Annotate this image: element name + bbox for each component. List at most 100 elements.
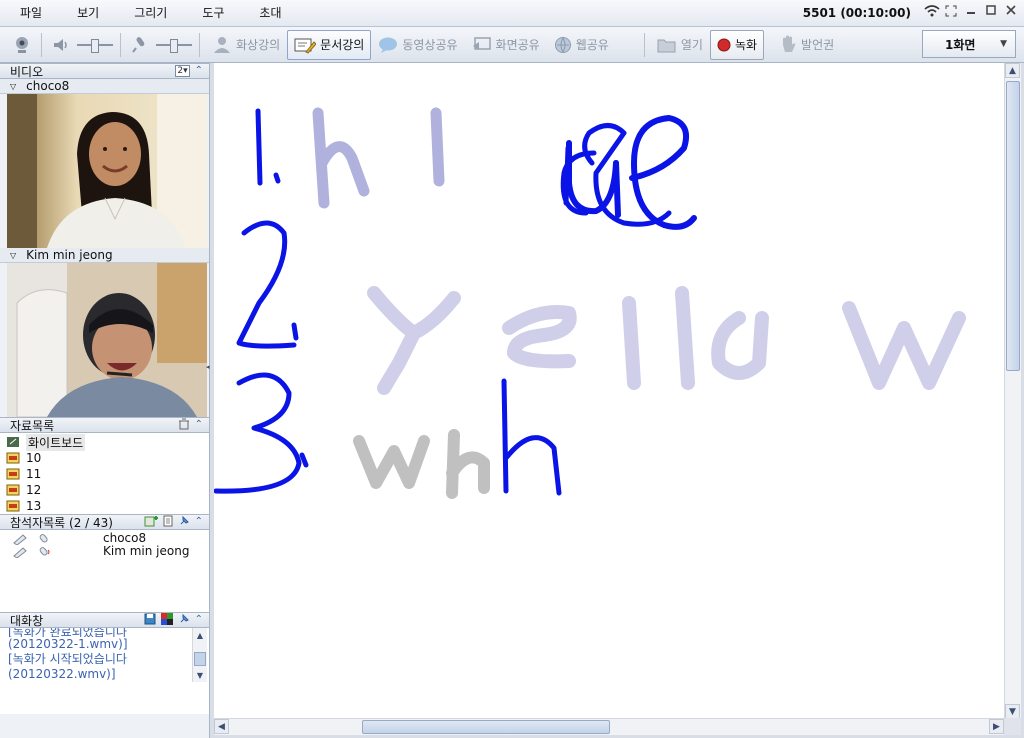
scroll-up-icon[interactable]: ▲ [193, 628, 207, 642]
open-label: 열기 [680, 38, 703, 52]
webcam-feed-1 [7, 94, 207, 248]
list-item[interactable]: 10 [6, 450, 209, 466]
speaker-icon[interactable] [47, 31, 75, 59]
attendees-panel-header: 참석자목록 (2 / 43) ⌃ [0, 514, 209, 530]
chat-scroll-thumb[interactable] [194, 652, 206, 666]
list-item[interactable]: 13 [6, 498, 209, 514]
list-item[interactable]: 12 [6, 482, 209, 498]
file-label: 11 [26, 467, 42, 481]
attendee-name[interactable]: Kim min jeong [103, 544, 189, 558]
scroll-up-icon[interactable]: ▲ [1005, 63, 1020, 78]
person-icon [214, 36, 230, 53]
vertical-scrollbar[interactable]: ▲ ▼ [1004, 63, 1021, 719]
doc-lecture-button[interactable]: 문서강의 [287, 29, 372, 60]
minimize-button[interactable] [964, 5, 978, 19]
pin-icon[interactable] [178, 515, 190, 530]
mic-volume-slider[interactable] [154, 31, 194, 59]
horizontal-scroll-thumb[interactable] [362, 720, 610, 734]
video-user-header: ▽ Kim min jeong [0, 248, 209, 263]
folder-icon [657, 39, 676, 52]
sidebar-collapse-arrow[interactable]: ◂ [206, 363, 210, 375]
scroll-left-icon[interactable]: ◀ [214, 719, 229, 734]
webcam-icon[interactable] [8, 31, 36, 59]
page-select-value: 1화면 [945, 37, 976, 52]
video-lecture-button[interactable]: 화상강의 [205, 30, 287, 60]
add-user-icon[interactable] [144, 515, 158, 530]
files-panel-header: 자료목록 ⌃ [0, 417, 209, 433]
video-share-button[interactable]: 동영상공유 [371, 30, 464, 60]
speaker-volume-slider[interactable] [75, 31, 115, 59]
doc-lecture-label: 문서강의 [320, 38, 365, 52]
scroll-down-icon[interactable]: ▼ [1005, 704, 1020, 719]
toolbar-separator [199, 32, 200, 57]
slide-file-icon [6, 452, 20, 464]
open-button[interactable]: 열기 [650, 30, 710, 60]
chat-scrollbar[interactable]: ▲ ▼ [192, 628, 207, 682]
menu-draw[interactable]: 그리기 [116, 0, 184, 27]
web-icon [554, 36, 571, 53]
whiteboard-canvas[interactable] [213, 63, 1004, 718]
triangle-down-icon[interactable]: ▽ [10, 251, 16, 260]
menu-tools[interactable]: 도구 [184, 0, 241, 27]
layout-select[interactable]: 2▾ [175, 65, 190, 77]
list-item[interactable]: 11 [6, 466, 209, 482]
scroll-down-icon[interactable]: ▼ [193, 668, 207, 682]
speak-button[interactable]: 발언권 [772, 30, 841, 60]
microphone-icon[interactable] [126, 31, 154, 59]
trash-icon[interactable] [178, 418, 190, 433]
video-user-name: choco8 [26, 79, 70, 93]
toolbar-separator [41, 32, 42, 57]
scroll-right-icon[interactable]: ▶ [989, 719, 1004, 734]
vertical-scroll-thumb[interactable] [1006, 81, 1020, 371]
menu-view[interactable]: 보기 [59, 0, 116, 27]
chat-line: (20120322.wmv)] [8, 667, 116, 681]
triangle-down-icon[interactable]: ▽ [10, 82, 16, 91]
attendees-panel-title: 참석자목록 (2 / 43) [10, 515, 113, 530]
menu-file[interactable]: 파일 [0, 0, 59, 27]
list-item[interactable]: 화이트보드 [6, 433, 209, 451]
record-label: 녹화 [734, 38, 758, 52]
record-icon [717, 38, 731, 51]
slide-file-icon [6, 468, 20, 480]
close-button[interactable] [1004, 5, 1018, 19]
attendees-list: choco8 Kim min jeong [0, 530, 209, 612]
attendee-row-icons [12, 533, 52, 545]
toolbar-separator [120, 32, 121, 57]
pencil-icon[interactable] [12, 533, 28, 545]
maximize-button[interactable] [984, 5, 998, 19]
document-pencil-icon [294, 38, 317, 54]
page-select[interactable]: 1화면 ▼ [922, 30, 1016, 58]
chat-log: [녹화가 완료되었습니다 (20120322-1.wmv)] [녹화가 시작되었… [0, 628, 209, 714]
menu-invite[interactable]: 초대 [241, 0, 298, 27]
collapse-icon[interactable]: ⌃ [195, 613, 203, 627]
slide-file-icon [6, 500, 20, 512]
pin-icon[interactable] [178, 613, 190, 628]
file-label: 13 [26, 499, 42, 513]
collapse-icon[interactable]: ⌃ [195, 515, 203, 529]
pencil-icon[interactable] [12, 546, 28, 558]
session-timer: 5501 (00:10:00) [802, 6, 911, 20]
mic-active-icon[interactable] [36, 546, 52, 558]
video-lecture-label: 화상강의 [236, 38, 281, 52]
window-controls [924, 5, 1018, 19]
horizontal-scrollbar[interactable]: ◀ ▶ [214, 718, 1004, 735]
memo-icon[interactable] [163, 515, 173, 530]
mic-icon[interactable] [36, 533, 52, 545]
fullscreen-icon[interactable] [944, 5, 958, 19]
collapse-icon[interactable]: ⌃ [195, 418, 203, 432]
handwriting-drawing [213, 107, 966, 499]
video-share-label: 동영상공유 [402, 38, 458, 52]
web-share-button[interactable]: 웹공유 [547, 30, 616, 60]
record-button[interactable]: 녹화 [709, 29, 765, 60]
color-palette-icon[interactable] [160, 612, 173, 628]
video-user-header: ▽ choco8 [0, 79, 209, 94]
whiteboard-icon [7, 437, 19, 447]
files-list: 화이트보드 10 11 12 13 [0, 433, 209, 514]
attendee-name[interactable]: choco8 [103, 531, 146, 545]
chat-panel-header: 대화창 ⌃ [0, 612, 209, 628]
video-user-name: Kim min jeong [26, 248, 113, 262]
chat-line: (20120322-1.wmv)] [8, 637, 128, 651]
collapse-icon[interactable]: ⌃ [195, 64, 203, 78]
save-icon[interactable] [144, 613, 156, 628]
screen-share-button[interactable]: 화면공유 [465, 30, 547, 60]
